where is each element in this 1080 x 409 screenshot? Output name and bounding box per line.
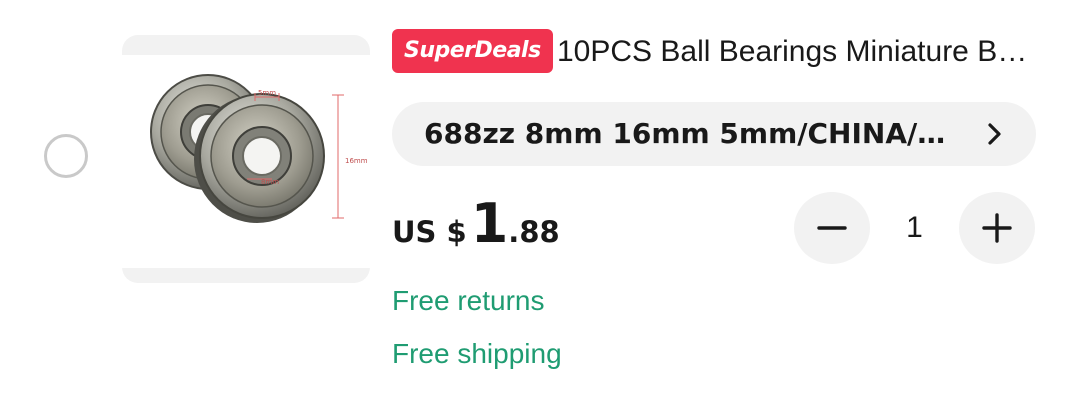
decrease-quantity-button[interactable] (794, 192, 870, 264)
free-shipping-label: Free shipping (392, 338, 562, 369)
dimension-outer-label: 16mm (345, 157, 368, 165)
ball-bearings-illustration: 5mm 8mm 16mm (150, 74, 368, 223)
free-returns-label: Free returns (392, 285, 545, 316)
increase-quantity-button[interactable] (959, 192, 1035, 264)
product-image[interactable]: 5mm 8mm 16mm (122, 35, 370, 283)
item-select-checkbox[interactable] (44, 134, 88, 178)
chevron-right-icon (988, 123, 1001, 145)
variant-label: 688zz 8mm 16mm 5mm/CHINA/10PCS (424, 117, 1018, 150)
product-image-canvas: 5mm 8mm 16mm (122, 55, 370, 268)
dimension-width-label: 5mm (258, 89, 276, 97)
variant-selector[interactable]: 688zz 8mm 16mm 5mm/CHINA/10PCS (392, 102, 1036, 166)
bearing-front (194, 93, 325, 223)
superdeals-badge: SuperDeals (392, 29, 553, 73)
price-decimal: .88 (508, 215, 560, 249)
price-integer: 1 (470, 192, 509, 255)
quantity-value[interactable]: 1 (870, 210, 959, 246)
dimension-inner-label: 8mm (261, 178, 279, 186)
minus-icon (817, 226, 847, 230)
price: US $1.88 (392, 192, 560, 262)
price-currency: US $ (392, 215, 467, 249)
plus-icon (982, 213, 1012, 243)
product-title[interactable]: 10PCS Ball Bearings Miniature Bearing 68… (557, 30, 1037, 74)
